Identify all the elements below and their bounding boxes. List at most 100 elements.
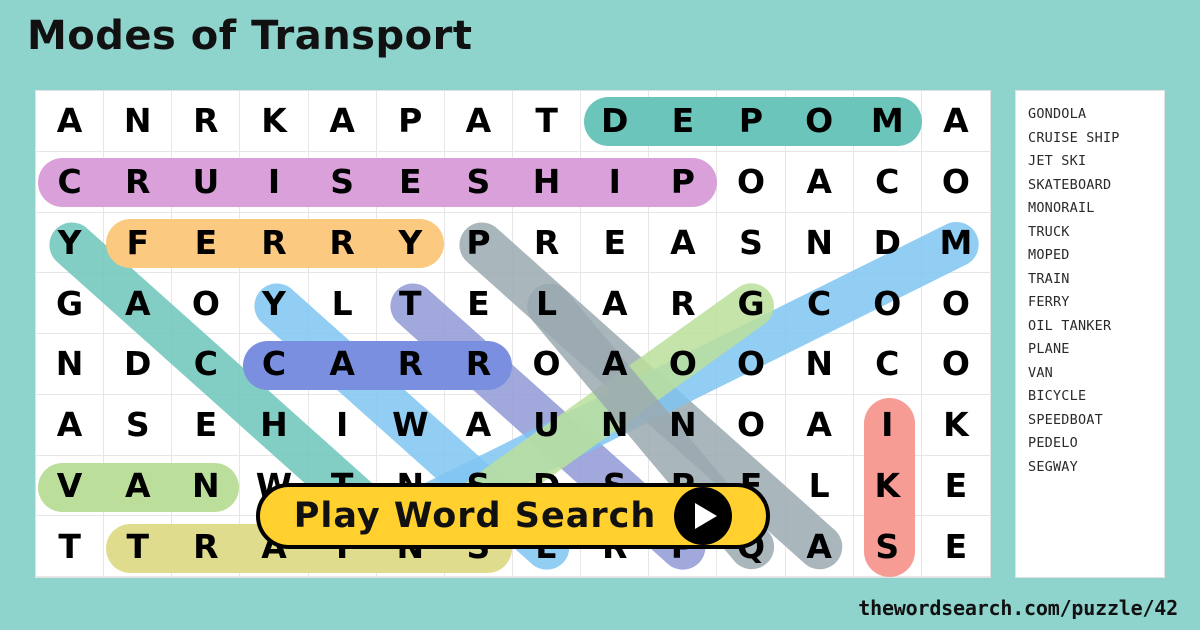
grid-cell[interactable]: F: [104, 212, 173, 274]
grid-cell[interactable]: O: [785, 91, 854, 152]
grid-cell[interactable]: E: [376, 151, 445, 213]
grid-cell[interactable]: R: [513, 212, 582, 274]
grid-cell[interactable]: A: [785, 151, 854, 213]
grid-cell[interactable]: A: [921, 91, 990, 152]
grid-cell[interactable]: H: [240, 394, 309, 456]
grid-cell[interactable]: L: [513, 273, 582, 334]
grid-cell[interactable]: P: [649, 151, 718, 213]
grid-cell[interactable]: E: [444, 273, 513, 334]
grid-cell[interactable]: N: [581, 394, 650, 456]
grid-cell[interactable]: L: [785, 455, 854, 517]
word-list-item[interactable]: FERRY: [1028, 291, 1164, 315]
word-list-item[interactable]: PLANE: [1028, 338, 1164, 362]
grid-cell[interactable]: N: [36, 334, 105, 395]
grid-cell[interactable]: E: [649, 91, 718, 152]
word-list-item[interactable]: SKATEBOARD: [1028, 174, 1164, 198]
word-list-item[interactable]: SEGWAY: [1028, 456, 1164, 480]
grid-cell[interactable]: P: [444, 212, 513, 274]
grid-cell[interactable]: W: [376, 394, 445, 456]
grid-cell[interactable]: E: [172, 212, 241, 274]
grid-cell[interactable]: K: [853, 455, 922, 517]
grid-cell[interactable]: U: [172, 151, 241, 213]
grid-cell[interactable]: R: [444, 334, 513, 395]
grid-cell[interactable]: N: [104, 91, 173, 152]
grid-cell[interactable]: A: [308, 334, 377, 395]
grid-cell[interactable]: E: [921, 456, 990, 517]
grid-cell[interactable]: O: [717, 151, 786, 213]
grid-cell[interactable]: K: [240, 91, 309, 152]
grid-cell[interactable]: T: [376, 273, 445, 334]
grid-cell[interactable]: C: [240, 334, 309, 395]
grid-cell[interactable]: R: [104, 151, 173, 213]
grid-cell[interactable]: R: [172, 516, 241, 577]
grid-cell[interactable]: O: [649, 334, 718, 395]
word-list-item[interactable]: GONDOLA: [1028, 103, 1164, 127]
grid-cell[interactable]: C: [172, 334, 241, 395]
grid-cell[interactable]: M: [921, 213, 990, 274]
grid-cell[interactable]: C: [853, 151, 922, 213]
grid-cell[interactable]: A: [649, 212, 718, 274]
grid-cell[interactable]: A: [36, 91, 105, 152]
grid-cell[interactable]: V: [36, 455, 105, 517]
word-list-item[interactable]: MONORAIL: [1028, 197, 1164, 221]
grid-cell[interactable]: A: [308, 91, 377, 152]
grid-cell[interactable]: O: [172, 273, 241, 334]
grid-cell[interactable]: A: [104, 455, 173, 517]
grid-cell[interactable]: P: [376, 91, 445, 152]
grid-cell[interactable]: Y: [376, 212, 445, 274]
grid-cell[interactable]: S: [444, 151, 513, 213]
word-list-item[interactable]: BICYCLE: [1028, 385, 1164, 409]
grid-cell[interactable]: E: [921, 516, 990, 577]
grid-cell[interactable]: N: [785, 212, 854, 274]
grid-cell[interactable]: S: [717, 212, 786, 274]
grid-cell[interactable]: O: [921, 273, 990, 334]
word-list-item[interactable]: OIL TANKER: [1028, 315, 1164, 339]
grid-cell[interactable]: I: [853, 394, 922, 456]
word-list-item[interactable]: MOPED: [1028, 244, 1164, 268]
grid-cell[interactable]: T: [104, 516, 173, 577]
grid-cell[interactable]: U: [513, 394, 582, 456]
grid-cell[interactable]: P: [717, 91, 786, 152]
grid-cell[interactable]: O: [717, 394, 786, 456]
word-list-item[interactable]: SPEEDBOAT: [1028, 409, 1164, 433]
word-list-item[interactable]: CRUISE SHIP: [1028, 127, 1164, 151]
grid-cell[interactable]: O: [717, 334, 786, 395]
word-list-item[interactable]: PEDELO: [1028, 432, 1164, 456]
grid-cell[interactable]: R: [240, 212, 309, 274]
play-word-search-button[interactable]: Play Word Search: [256, 483, 770, 549]
grid-cell[interactable]: Y: [36, 212, 105, 274]
grid-cell[interactable]: N: [172, 455, 241, 517]
grid-cell[interactable]: D: [104, 334, 173, 395]
word-list-item[interactable]: JET SKI: [1028, 150, 1164, 174]
grid-cell[interactable]: N: [649, 394, 718, 456]
grid-cell[interactable]: R: [649, 273, 718, 334]
grid-cell[interactable]: A: [444, 394, 513, 456]
grid-cell[interactable]: Y: [240, 273, 309, 334]
word-list-item[interactable]: VAN: [1028, 362, 1164, 386]
grid-cell[interactable]: I: [308, 394, 377, 456]
grid-cell[interactable]: I: [240, 151, 309, 213]
grid-cell[interactable]: A: [444, 91, 513, 152]
grid-cell[interactable]: D: [853, 212, 922, 274]
grid-cell[interactable]: S: [104, 394, 173, 456]
word-list-item[interactable]: TRUCK: [1028, 221, 1164, 245]
grid-cell[interactable]: E: [581, 212, 650, 274]
grid-cell[interactable]: A: [785, 394, 854, 456]
grid-cell[interactable]: G: [717, 273, 786, 334]
grid-cell[interactable]: L: [308, 273, 377, 334]
grid-cell[interactable]: A: [104, 273, 173, 334]
grid-cell[interactable]: O: [921, 152, 990, 213]
grid-cell[interactable]: A: [581, 334, 650, 395]
grid-cell[interactable]: S: [853, 516, 922, 577]
grid-cell[interactable]: C: [785, 273, 854, 334]
grid-cell[interactable]: I: [581, 151, 650, 213]
grid-cell[interactable]: A: [785, 516, 854, 577]
grid-cell[interactable]: C: [36, 151, 105, 213]
grid-cell[interactable]: R: [376, 334, 445, 395]
grid-cell[interactable]: A: [36, 394, 105, 456]
grid-cell[interactable]: G: [36, 273, 105, 334]
grid-cell[interactable]: E: [172, 394, 241, 456]
grid-cell[interactable]: M: [853, 91, 922, 152]
grid-cell[interactable]: R: [308, 212, 377, 274]
grid-cell[interactable]: K: [921, 395, 990, 456]
